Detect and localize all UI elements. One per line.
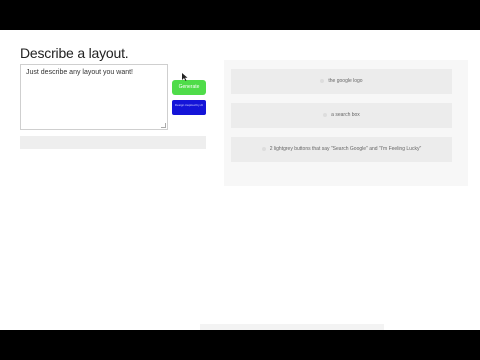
generate-button[interactable]: Generate	[172, 80, 206, 95]
layout-description-text: Just describe any layout you want!	[26, 69, 134, 76]
dot-icon	[323, 112, 328, 117]
page-title: Describe a layout.	[20, 45, 129, 61]
dot-icon	[320, 78, 325, 83]
letterbox-bottom	[0, 330, 480, 360]
layout-description-input[interactable]: Just describe any layout you want!	[20, 64, 168, 130]
app-page: Describe a layout. Just describe any lay…	[0, 30, 480, 330]
result-label: 2 lightgrey buttons that say "Search Goo…	[269, 146, 422, 152]
result-label: the google logo	[328, 78, 363, 84]
dot-icon	[261, 146, 266, 151]
result-item[interactable]: 2 lightgrey buttons that say "Search Goo…	[231, 137, 452, 162]
letterbox-top	[0, 0, 480, 30]
result-item[interactable]: the google logo	[231, 69, 452, 94]
status-bar	[20, 136, 206, 149]
resize-handle-icon[interactable]	[161, 123, 166, 128]
mouse-pointer-icon	[182, 73, 188, 81]
secondary-action-button[interactable]: Design inspired by AI	[172, 100, 206, 115]
result-label: a search box	[331, 112, 360, 118]
result-item[interactable]: a search box	[231, 103, 452, 128]
